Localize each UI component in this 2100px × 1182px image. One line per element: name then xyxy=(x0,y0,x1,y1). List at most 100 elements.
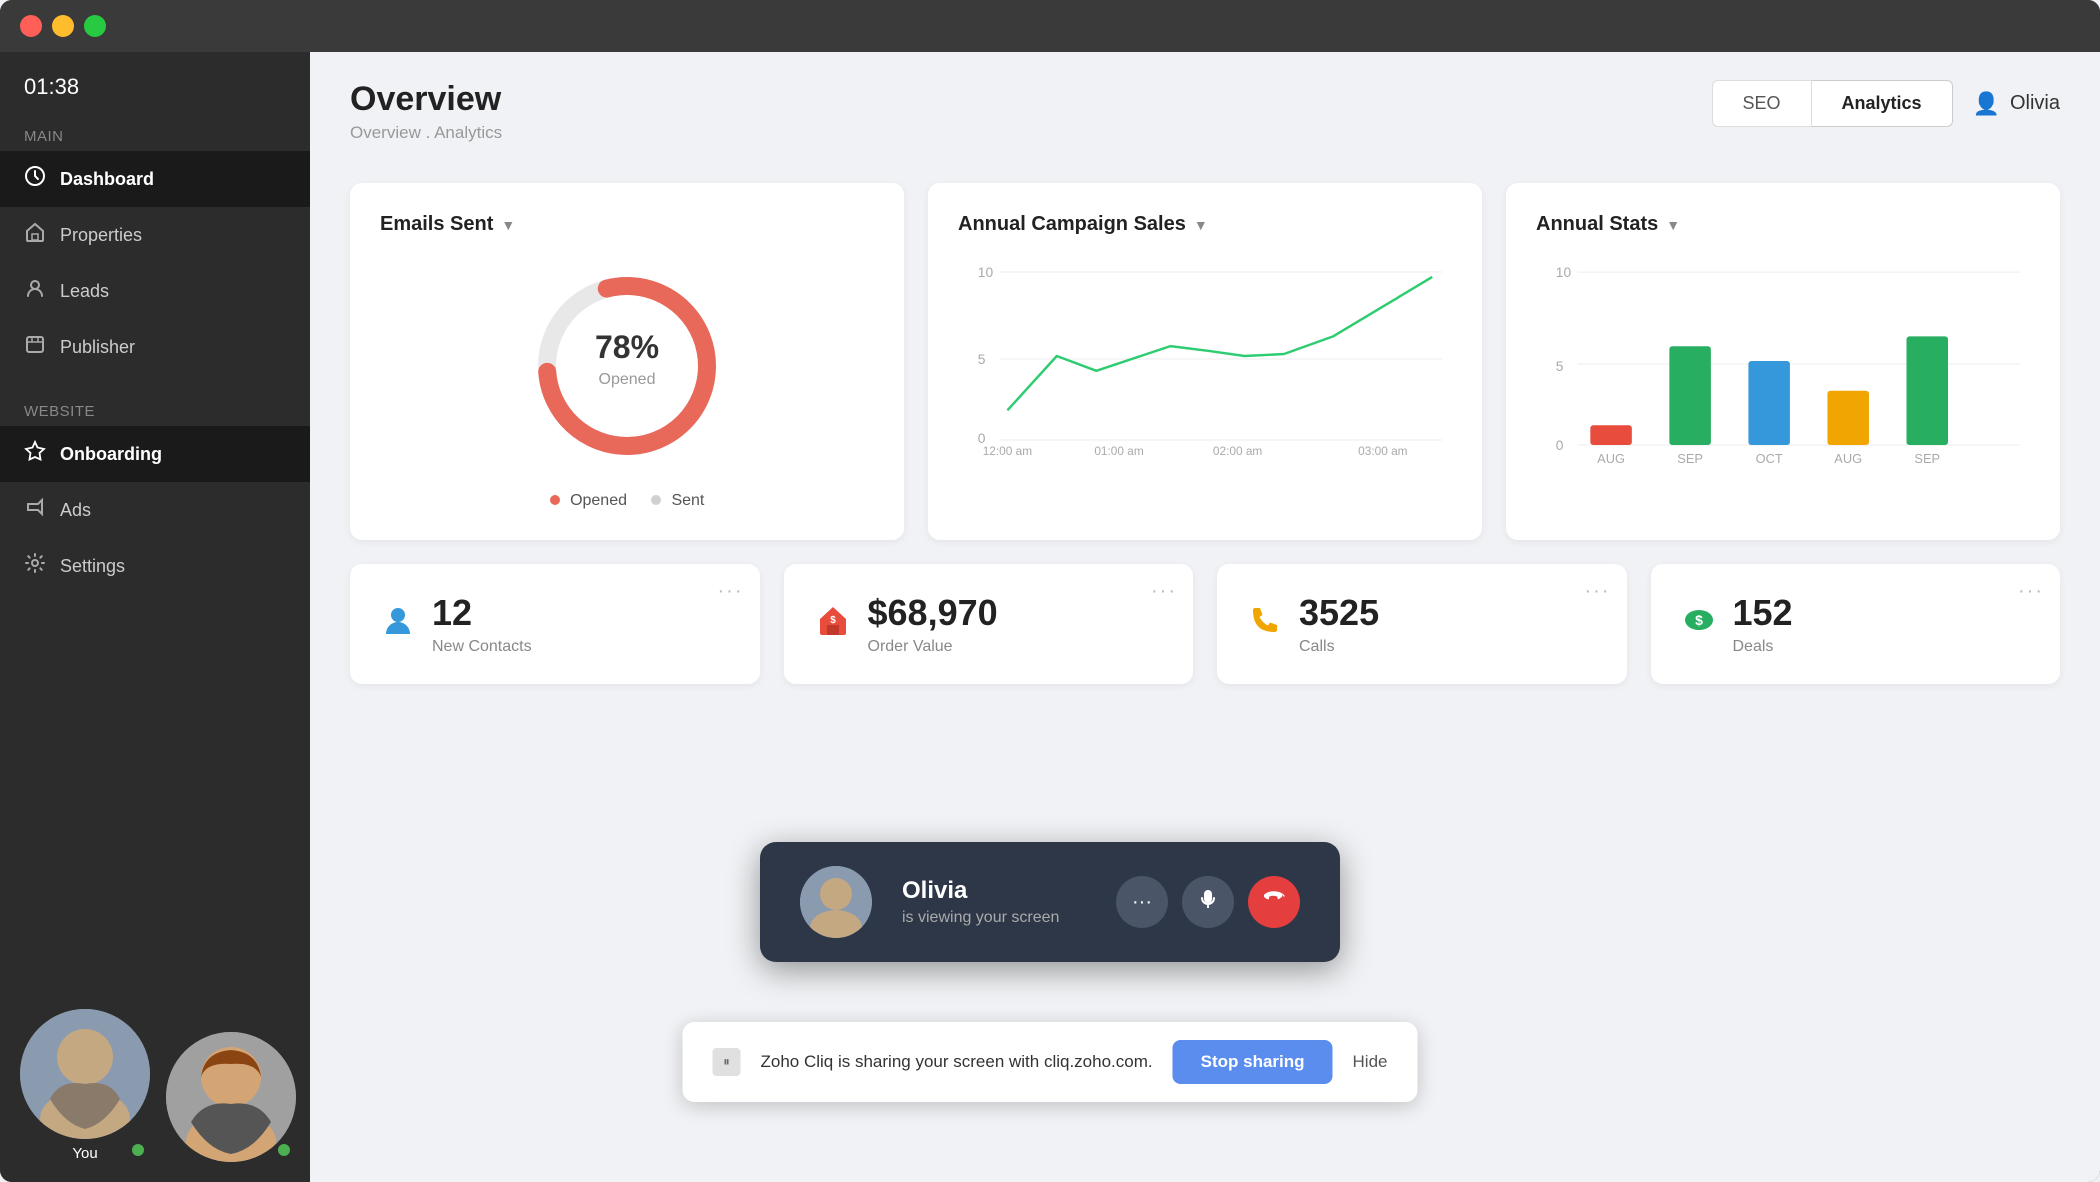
deals-icon: $ xyxy=(1681,602,1717,647)
onboarding-label: Onboarding xyxy=(60,444,162,465)
main-content: Overview Overview . Analytics SEO Analyt… xyxy=(310,52,2100,1182)
sidebar-item-ads[interactable]: Ads xyxy=(0,482,310,538)
emails-dropdown-icon[interactable]: ▼ xyxy=(501,217,515,233)
user-other-online xyxy=(276,1142,292,1158)
page-title: Overview xyxy=(350,80,502,119)
call-more-button[interactable]: ··· xyxy=(1116,876,1168,928)
chart-legend: Opened Sent xyxy=(550,492,705,510)
leads-label: Leads xyxy=(60,281,109,302)
donut-container: 78% Opened Opened Sent xyxy=(380,256,874,510)
stats-title: Annual Stats ▼ xyxy=(1536,213,2030,236)
user-other-image xyxy=(166,1032,296,1162)
sidebar-item-leads[interactable]: Leads xyxy=(0,263,310,319)
mute-icon xyxy=(1197,888,1219,916)
bar-chart-svg: 10 5 0 xyxy=(1536,256,2030,476)
call-avatar-image xyxy=(800,866,872,938)
sent-dot xyxy=(651,495,661,505)
emails-sent-card: Emails Sent ▼ 78% Opened xyxy=(350,183,904,540)
line-chart-svg: 10 5 0 12:00 am 01:00 am xyxy=(958,256,1452,456)
order-icon: $ xyxy=(814,601,852,648)
sidebar-item-properties[interactable]: Properties xyxy=(0,207,310,263)
ads-icon xyxy=(24,496,46,524)
tab-analytics[interactable]: Analytics xyxy=(1812,80,1953,127)
user-other-container xyxy=(166,1032,296,1162)
end-call-icon xyxy=(1263,888,1285,916)
campaign-title: Annual Campaign Sales ▼ xyxy=(958,213,1452,236)
sidebar-item-onboarding[interactable]: Onboarding xyxy=(0,426,310,482)
sidebar-users: You xyxy=(0,989,310,1182)
onboarding-icon xyxy=(24,440,46,468)
pause-icon: ⏸ xyxy=(723,1054,730,1070)
campaign-dropdown-icon[interactable]: ▼ xyxy=(1194,217,1208,233)
campaign-sales-card: Annual Campaign Sales ▼ 10 5 0 xyxy=(928,183,1482,540)
stats-dropdown-icon[interactable]: ▼ xyxy=(1666,217,1680,233)
user-you-avatar xyxy=(20,1009,150,1139)
svg-text:5: 5 xyxy=(1556,358,1564,374)
hide-banner-button[interactable]: Hide xyxy=(1353,1052,1388,1072)
svg-text:10: 10 xyxy=(978,264,994,280)
user-other-avatar xyxy=(166,1032,296,1162)
charts-row: Emails Sent ▼ 78% Opened xyxy=(310,159,2100,564)
sidebar-item-settings[interactable]: Settings xyxy=(0,538,310,594)
deals-info: 152 Deals xyxy=(1733,592,1793,656)
ads-label: Ads xyxy=(60,500,91,521)
section-website-label: WEBSITE xyxy=(0,393,310,426)
app-container: 01:38 MAIN Dashboard Properties Leads xyxy=(0,52,2100,1182)
svg-text:OCT: OCT xyxy=(1756,451,1783,466)
svg-text:$: $ xyxy=(1695,612,1703,628)
maximize-button[interactable] xyxy=(84,15,106,37)
breadcrumb: Overview . Analytics xyxy=(350,123,502,143)
tab-seo[interactable]: SEO xyxy=(1712,80,1812,127)
user-icon: 👤 xyxy=(1973,91,2000,117)
close-button[interactable] xyxy=(20,15,42,37)
stop-sharing-button[interactable]: Stop sharing xyxy=(1173,1040,1333,1084)
contacts-info: 12 New Contacts xyxy=(432,592,532,656)
sidebar: 01:38 MAIN Dashboard Properties Leads xyxy=(0,52,310,1182)
sidebar-time: 01:38 xyxy=(0,52,310,118)
stat-deals-menu[interactable]: ··· xyxy=(2018,580,2044,603)
order-value: $68,970 xyxy=(868,592,998,634)
deals-label: Deals xyxy=(1733,638,1793,656)
svg-text:AUG: AUG xyxy=(1597,451,1625,466)
publisher-icon xyxy=(24,333,46,361)
bar-chart-container: 10 5 0 xyxy=(1536,256,2030,456)
contacts-icon xyxy=(380,602,416,647)
call-avatar xyxy=(800,866,872,938)
screen-share-banner: ⏸ Zoho Cliq is sharing your screen with … xyxy=(683,1022,1418,1102)
call-end-button[interactable] xyxy=(1248,876,1300,928)
order-info: $68,970 Order Value xyxy=(868,592,998,656)
leads-icon xyxy=(24,277,46,305)
donut-chart: 78% Opened xyxy=(517,256,737,476)
contacts-label: New Contacts xyxy=(432,638,532,656)
stat-calls: ··· 3525 Calls xyxy=(1217,564,1627,684)
properties-label: Properties xyxy=(60,225,142,246)
svg-text:Opened: Opened xyxy=(599,371,656,388)
window: 01:38 MAIN Dashboard Properties Leads xyxy=(0,0,2100,1182)
user-name: Olivia xyxy=(2010,92,2060,115)
stat-order-menu[interactable]: ··· xyxy=(1151,580,1177,603)
call-mute-button[interactable] xyxy=(1182,876,1234,928)
main-header: Overview Overview . Analytics SEO Analyt… xyxy=(310,52,2100,159)
call-info: Olivia is viewing your screen xyxy=(902,877,1086,927)
call-overlay: Olivia is viewing your screen ··· xyxy=(760,842,1340,962)
svg-text:SEP: SEP xyxy=(1677,451,1703,466)
user-you-container: You xyxy=(20,1009,150,1162)
contacts-value: 12 xyxy=(432,592,532,634)
user-you-image xyxy=(20,1009,150,1139)
user-you-online xyxy=(130,1142,146,1158)
sidebar-item-publisher[interactable]: Publisher xyxy=(0,319,310,375)
calls-label: Calls xyxy=(1299,638,1379,656)
sidebar-item-dashboard[interactable]: Dashboard xyxy=(0,151,310,207)
header-left: Overview Overview . Analytics xyxy=(350,80,502,143)
minimize-button[interactable] xyxy=(52,15,74,37)
stat-contacts-menu[interactable]: ··· xyxy=(718,580,744,603)
banner-text: Zoho Cliq is sharing your screen with cl… xyxy=(761,1052,1153,1072)
settings-label: Settings xyxy=(60,556,125,577)
properties-icon xyxy=(24,221,46,249)
section-main-label: MAIN xyxy=(0,118,310,151)
svg-text:12:00 am: 12:00 am xyxy=(983,444,1033,456)
annual-stats-card: Annual Stats ▼ 10 5 0 xyxy=(1506,183,2060,540)
legend-opened: Opened xyxy=(550,492,627,510)
stat-calls-menu[interactable]: ··· xyxy=(1585,580,1611,603)
legend-sent: Sent xyxy=(651,492,704,510)
